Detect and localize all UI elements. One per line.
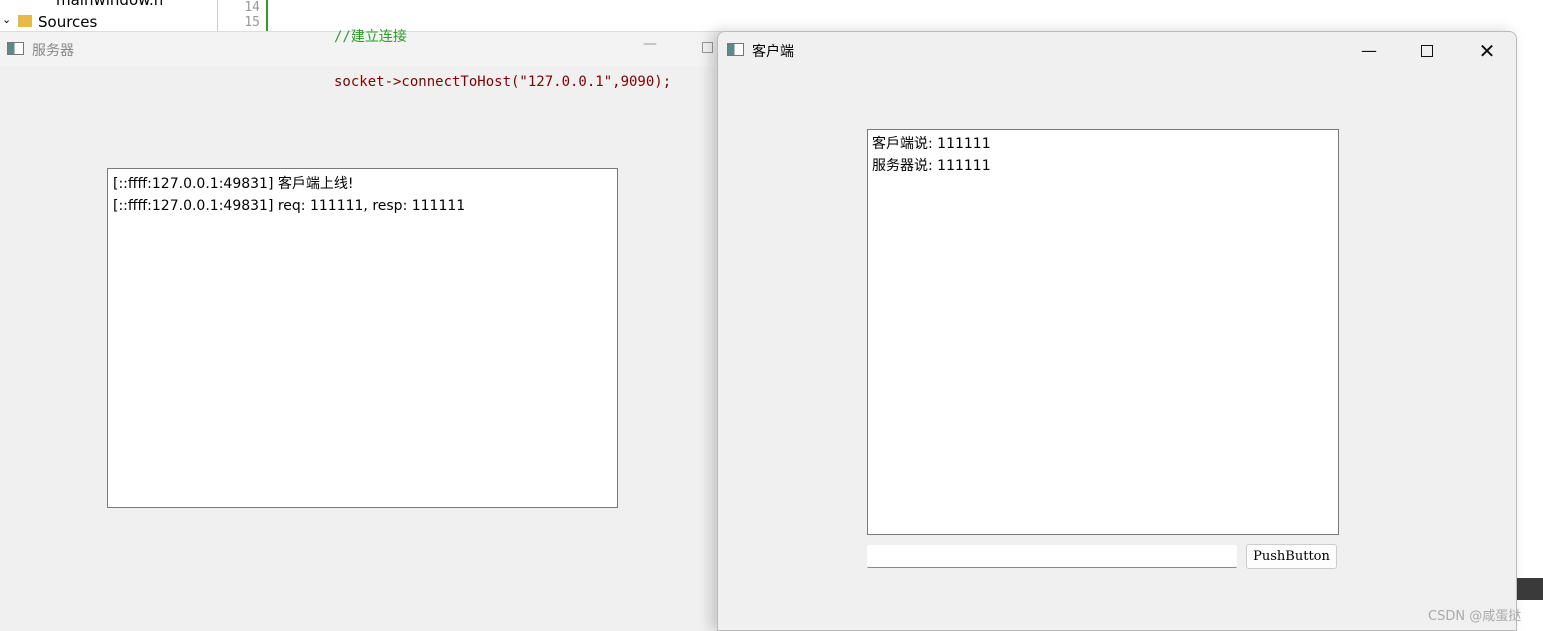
- app-icon: [727, 43, 744, 56]
- client-title-bar[interactable]: 客户端 — ✕: [718, 32, 1516, 69]
- client-window: 客户端 — ✕ 客戶端说: 111111 服务器说: 111111 PushBu…: [717, 31, 1517, 631]
- code-editor[interactable]: //建立连接 socket->connectToHost("127.0.0.1"…: [334, 0, 671, 120]
- log-line: 客戶端说: 111111: [872, 136, 991, 152]
- background-taskbar-fragment: [1517, 578, 1543, 600]
- log-line: [::ffff:127.0.0.1:49831] 客戶端上线!: [113, 176, 354, 192]
- folder-icon: [18, 15, 32, 27]
- line-number: 14: [244, 0, 260, 15]
- log-line: [::ffff:127.0.0.1:49831] req: 111111, re…: [113, 198, 466, 214]
- maximize-icon: [1421, 44, 1433, 57]
- watermark: CSDN @咸蛋挞: [1428, 609, 1522, 624]
- message-input[interactable]: [867, 545, 1237, 568]
- tree-item-sources[interactable]: Sources: [38, 13, 97, 31]
- window-title: 客户端: [752, 44, 794, 60]
- app-icon: [7, 42, 24, 55]
- server-log[interactable]: [::ffff:127.0.0.1:49831] 客戶端上线! [::ffff:…: [107, 168, 618, 508]
- push-button[interactable]: PushButton: [1246, 544, 1337, 569]
- maximize-icon[interactable]: [702, 42, 713, 53]
- window-title: 服务器: [32, 43, 74, 59]
- line-gutter: 14 15: [219, 0, 268, 31]
- server-window: 服务器 — [::ffff:127.0.0.1:49831] 客戶端上线! [:…: [0, 31, 796, 631]
- client-log[interactable]: 客戶端说: 111111 服务器说: 111111: [867, 129, 1339, 535]
- code-line: socket->connectToHost("127.0.0.1",9090);: [334, 74, 672, 90]
- minimize-icon[interactable]: —: [1340, 32, 1398, 69]
- maximize-button[interactable]: [1398, 32, 1456, 69]
- line-number: 15: [244, 15, 260, 30]
- project-tree: mainwindow.h ⌄ Sources: [0, 0, 218, 31]
- close-icon[interactable]: ✕: [1458, 32, 1516, 69]
- log-line: 服务器说: 111111: [872, 158, 991, 174]
- ide-background: mainwindow.h ⌄ Sources 14 15 //建立连接 sock…: [0, 0, 1543, 90]
- code-comment: //建立连接: [334, 29, 407, 45]
- chevron-down-icon[interactable]: ⌄: [2, 13, 11, 26]
- tree-item-mainwindow-h[interactable]: mainwindow.h: [56, 0, 163, 9]
